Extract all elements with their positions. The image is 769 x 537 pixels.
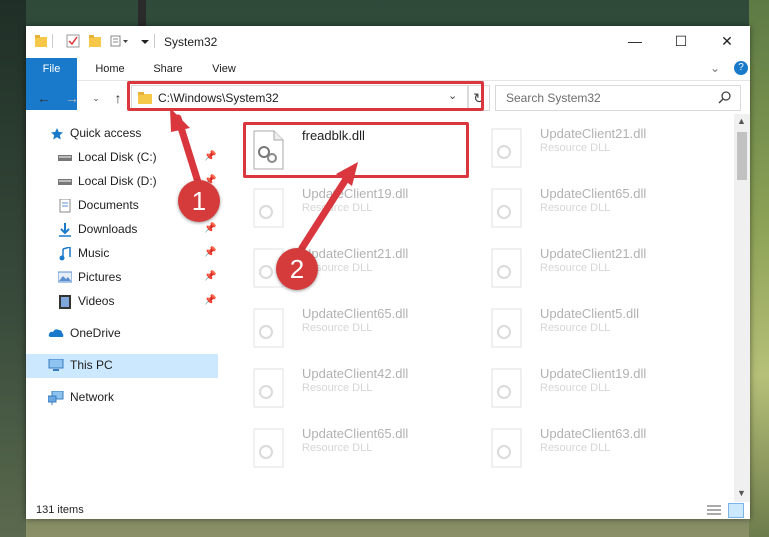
arrow-2 bbox=[298, 162, 358, 252]
step-badge-2: 2 bbox=[276, 248, 318, 290]
arrow-1 bbox=[170, 108, 202, 186]
step-badge-1: 1 bbox=[178, 180, 220, 222]
annotation-arrows bbox=[170, 108, 358, 252]
